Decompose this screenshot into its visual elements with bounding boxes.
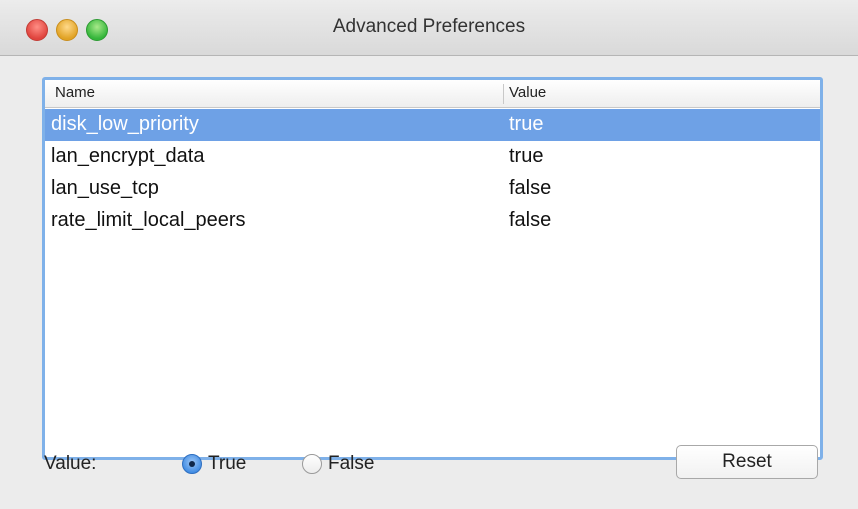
table-header: Name Value: [45, 80, 820, 108]
advanced-preferences-window: Advanced Preferences Name Value disk_low…: [0, 0, 858, 509]
radio-unselected-icon[interactable]: [302, 454, 322, 474]
title-bar[interactable]: Advanced Preferences: [0, 0, 858, 56]
table-row[interactable]: disk_low_priority true: [45, 109, 820, 141]
window-title: Advanced Preferences: [332, 16, 526, 37]
reset-button[interactable]: Reset: [676, 445, 818, 479]
row-name-cell: lan_use_tcp: [51, 177, 159, 199]
row-name-cell: rate_limit_local_peers: [51, 209, 246, 231]
table-row[interactable]: lan_use_tcp false: [45, 173, 820, 205]
column-separator[interactable]: [503, 84, 504, 104]
table-row[interactable]: lan_encrypt_data true: [45, 141, 820, 173]
value-controls: Value: True False Reset: [0, 444, 858, 484]
table-row[interactable]: rate_limit_local_peers false: [45, 205, 820, 237]
row-value-cell: false: [509, 209, 552, 231]
column-header-name[interactable]: Name: [55, 84, 95, 101]
preferences-table[interactable]: Name Value disk_low_priority true lan_en…: [42, 77, 823, 460]
false-radio-label[interactable]: False: [328, 453, 374, 475]
true-radio-button[interactable]: True: [182, 450, 246, 478]
column-header-value[interactable]: Value: [509, 84, 546, 101]
radio-selected-icon[interactable]: [182, 454, 202, 474]
row-value-cell: true: [509, 113, 544, 135]
row-value-cell: true: [509, 145, 544, 167]
false-radio-button[interactable]: False: [302, 450, 374, 478]
row-name-cell: lan_encrypt_data: [51, 145, 205, 167]
table-rows: disk_low_priority true lan_encrypt_data …: [45, 109, 820, 237]
preferences-content: Name Value disk_low_priority true lan_en…: [0, 56, 858, 509]
value-label: Value:: [44, 453, 97, 474]
row-name-cell: disk_low_priority: [51, 113, 199, 135]
true-radio-label[interactable]: True: [208, 453, 246, 475]
row-value-cell: false: [509, 177, 552, 199]
